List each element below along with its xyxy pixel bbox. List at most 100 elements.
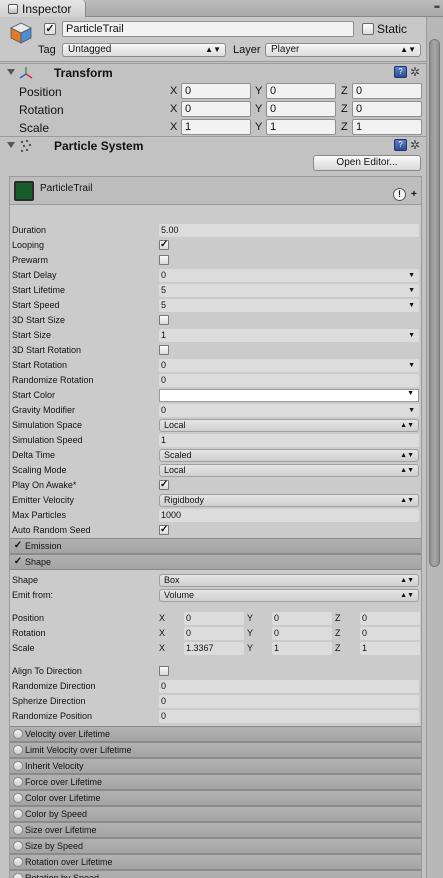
start-speed-field[interactable]: 5 ▼ (159, 299, 419, 312)
scaling-mode-dropdown[interactable]: Local ▲▼ (159, 464, 419, 477)
simulation-space-dropdown[interactable]: Local ▲▼ (159, 419, 419, 432)
foldout-arrow-icon[interactable] (7, 142, 15, 148)
inspector-tab[interactable]: Inspector (0, 0, 86, 17)
gravity-modifier-field[interactable]: 0 ▼ (159, 404, 419, 417)
module-disabled-toggle-icon[interactable] (13, 825, 23, 835)
transform-scale-z-field[interactable]: 1 (352, 119, 422, 135)
curve-mode-arrow-icon[interactable]: ▼ (408, 359, 415, 372)
shape-position-x-field[interactable]: 0 (184, 612, 244, 625)
shape-rotation-y-field[interactable]: 0 (272, 627, 332, 640)
module-disabled-toggle-icon[interactable] (13, 729, 23, 739)
shape-scale-y-field[interactable]: 1 (272, 642, 332, 655)
shape-shape-dropdown[interactable]: Box ▲▼ (159, 574, 419, 587)
module-force-over-lifetime[interactable]: Force over Lifetime (10, 774, 421, 790)
start-size-field[interactable]: 1 ▼ (159, 329, 419, 342)
vertical-scrollbar[interactable] (426, 17, 443, 878)
module-disabled-toggle-icon[interactable] (13, 857, 23, 867)
particle-system-header[interactable]: Particle System ? ✲ Open Editor... (0, 136, 426, 172)
transform-scale-x-field[interactable]: 1 (181, 119, 251, 135)
module-enabled-checkmark-icon[interactable]: ✓ (13, 541, 23, 551)
transform-header[interactable]: Transform ? ✲ (0, 63, 426, 81)
auto-random-seed-checkbox[interactable]: ✓ (159, 525, 169, 535)
help-book-icon[interactable]: ? (394, 66, 407, 78)
module-velocity-over-lifetime[interactable]: Velocity over Lifetime (10, 726, 421, 742)
delta-time-dropdown[interactable]: Scaled ▲▼ (159, 449, 419, 462)
shape-rotation-z-field[interactable]: 0 (360, 627, 420, 640)
transform-rotation-y-field[interactable]: 0 (266, 101, 336, 117)
help-book-icon[interactable]: ? (394, 139, 407, 151)
module-shape[interactable]: ✓ Shape (10, 554, 421, 570)
spherize-direction-field[interactable]: 0 (159, 695, 419, 708)
max-particles-field[interactable]: 1000 (159, 509, 419, 522)
open-editor-button[interactable]: Open Editor... (313, 155, 421, 171)
simulation-speed-field[interactable]: 1 (159, 434, 419, 447)
shape-position-y-field[interactable]: 0 (272, 612, 332, 625)
shape-rotation-x-field[interactable]: 0 (184, 627, 244, 640)
curve-mode-arrow-icon[interactable]: ▼ (407, 390, 414, 397)
add-module-icon[interactable]: + (411, 189, 417, 200)
curve-mode-arrow-icon[interactable]: ▼ (408, 269, 415, 282)
tag-dropdown[interactable]: Untagged ▲▼ (62, 43, 226, 57)
particle-system-main-header[interactable]: ParticleTrail ! + (10, 177, 421, 205)
start-rotation-field[interactable]: 0 ▼ (159, 359, 419, 372)
module-disabled-toggle-icon[interactable] (13, 809, 23, 819)
foldout-arrow-icon[interactable] (7, 69, 15, 75)
static-checkbox[interactable] (362, 23, 374, 35)
transform-position-x-field[interactable]: 0 (181, 83, 251, 99)
gameobject-active-checkbox[interactable]: ✓ (44, 23, 56, 35)
prewarm-checkbox[interactable] (159, 255, 169, 265)
module-color-by-speed[interactable]: Color by Speed (10, 806, 421, 822)
panel-menu-icon[interactable]: ▪▪ (434, 2, 440, 13)
layer-dropdown[interactable]: Player ▲▼ (265, 43, 421, 57)
module-disabled-toggle-icon[interactable] (13, 841, 23, 851)
shape-position-z-field[interactable]: 0 (360, 612, 420, 625)
module-disabled-toggle-icon[interactable] (13, 745, 23, 755)
module-rotation-over-lifetime[interactable]: Rotation over Lifetime (10, 854, 421, 870)
module-disabled-toggle-icon[interactable] (13, 793, 23, 803)
shape-emit-from-dropdown[interactable]: Volume ▲▼ (159, 589, 419, 602)
3d-start-rotation-checkbox[interactable] (159, 345, 169, 355)
curve-mode-arrow-icon[interactable]: ▼ (408, 329, 415, 342)
looping-checkbox[interactable]: ✓ (159, 240, 169, 250)
module-size-over-lifetime[interactable]: Size over Lifetime (10, 822, 421, 838)
shape-scale-z-field[interactable]: 1 (360, 642, 420, 655)
start-delay-field[interactable]: 0 ▼ (159, 269, 419, 282)
module-disabled-toggle-icon[interactable] (13, 873, 23, 878)
gear-icon[interactable]: ✲ (410, 65, 420, 79)
shape-scale-x-field[interactable]: 1.3367 (184, 642, 244, 655)
module-color-over-lifetime[interactable]: Color over Lifetime (10, 790, 421, 806)
curve-mode-arrow-icon[interactable]: ▼ (408, 299, 415, 312)
prop-label: Gravity Modifier (12, 405, 76, 415)
gameobject-name-field[interactable]: ParticleTrail (62, 21, 354, 37)
duration-field[interactable]: 5.00 (159, 224, 419, 237)
module-disabled-toggle-icon[interactable] (13, 777, 23, 787)
module-label: Velocity over Lifetime (25, 729, 111, 739)
randomize-direction-field[interactable]: 0 (159, 680, 419, 693)
gear-icon[interactable]: ✲ (410, 138, 420, 152)
module-size-by-speed[interactable]: Size by Speed (10, 838, 421, 854)
align-to-direction-checkbox[interactable] (159, 666, 169, 676)
transform-position-z-field[interactable]: 0 (352, 83, 422, 99)
emitter-velocity-dropdown[interactable]: Rigidbody ▲▼ (159, 494, 419, 507)
randomize-position-field[interactable]: 0 (159, 710, 419, 723)
warning-info-icon[interactable]: ! (393, 188, 406, 201)
transform-rotation-z-field[interactable]: 0 (352, 101, 422, 117)
transform-position-y-field[interactable]: 0 (266, 83, 336, 99)
transform-scale-y-field[interactable]: 1 (266, 119, 336, 135)
module-inherit-velocity[interactable]: Inherit Velocity (10, 758, 421, 774)
transform-rotation-x-field[interactable]: 0 (181, 101, 251, 117)
curve-mode-arrow-icon[interactable]: ▼ (408, 284, 415, 297)
curve-mode-arrow-icon[interactable]: ▼ (408, 404, 415, 417)
module-enabled-checkmark-icon[interactable]: ✓ (13, 557, 23, 567)
start-color-swatch[interactable]: ▼ (159, 389, 419, 402)
prop-row-looping: Looping ✓ (10, 238, 421, 253)
module-limit-velocity-over-lifetime[interactable]: Limit Velocity over Lifetime (10, 742, 421, 758)
scrollbar-thumb[interactable] (429, 39, 440, 567)
play-on-awake-checkbox[interactable]: ✓ (159, 480, 169, 490)
start-lifetime-field[interactable]: 5 ▼ (159, 284, 419, 297)
module-disabled-toggle-icon[interactable] (13, 761, 23, 771)
randomize-rotation-field[interactable]: 0 (159, 374, 419, 387)
module-rotation-by-speed[interactable]: Rotation by Speed (10, 870, 421, 878)
3d-start-size-checkbox[interactable] (159, 315, 169, 325)
module-emission[interactable]: ✓ Emission (10, 538, 421, 554)
